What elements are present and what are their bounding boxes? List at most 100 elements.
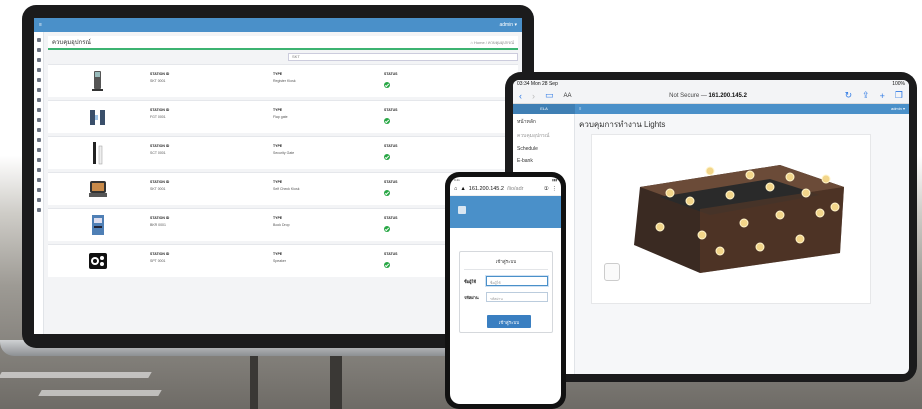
status-header: STATUS: [384, 252, 398, 256]
tablet-main: ควบคุมการทำงาน Lights: [579, 118, 905, 374]
device-type: Book Drop: [273, 223, 290, 227]
breadcrumb[interactable]: ⌂ Home / ควบคุมอุปกรณ์: [470, 39, 514, 46]
tablet-status-bar: 03:34 Mon 28 Sep 100%: [513, 80, 909, 88]
sidebar-icon[interactable]: [36, 198, 41, 202]
device-row[interactable]: STATION ID FGT 0001 TYPE Flap gate STATUS: [48, 100, 518, 133]
sidebar-icon[interactable]: [36, 108, 41, 112]
kiosk-icon: [48, 69, 148, 93]
station-id: SKT 0001: [150, 187, 166, 191]
menu-icon[interactable]: ≡: [39, 22, 42, 28]
background-pillar: [250, 356, 258, 409]
sidebar-icon[interactable]: [36, 188, 41, 192]
device-row[interactable]: STATION ID SKT 0001 TYPE Register Kiosk ST…: [48, 64, 518, 97]
type-cell: TYPE Speaker: [273, 252, 286, 263]
speaker-icon: [48, 252, 148, 270]
search-input[interactable]: SKT: [288, 53, 518, 61]
sidebar-icon[interactable]: [36, 68, 41, 72]
url-host: 161.200.145.2: [468, 186, 504, 192]
sidebar-icon[interactable]: [36, 78, 41, 82]
sidebar-icon[interactable]: [36, 98, 41, 102]
self-check-kiosk-icon: [48, 178, 148, 200]
status-ok-icon: [384, 82, 390, 88]
device-type: Security Gate: [273, 151, 295, 155]
home-icon[interactable]: ⌂: [454, 186, 457, 192]
sidebar-icon[interactable]: [36, 58, 41, 62]
sidebar-icon[interactable]: [36, 138, 41, 142]
sidebar-icon[interactable]: [36, 48, 41, 52]
reload-icon[interactable]: ↻: [845, 90, 853, 101]
station-cell: STATION ID FGT 0001: [150, 108, 169, 119]
sidebar-icon[interactable]: [36, 178, 41, 182]
type-cell: TYPE Flap gate: [273, 108, 288, 119]
sidebar-item-ebank[interactable]: E-bank: [517, 158, 570, 164]
signal-icon: ▮▮▮: [552, 178, 557, 182]
new-tab-icon[interactable]: +: [880, 91, 885, 101]
tab-count-icon[interactable]: ①: [544, 186, 549, 192]
station-cell: STATION ID BKR 0001: [150, 216, 169, 227]
station-cell: STATION ID SKT 0001: [150, 180, 169, 191]
sidebar-icon[interactable]: [36, 38, 41, 42]
menu-icon[interactable]: ≡: [575, 104, 585, 114]
username-field[interactable]: ชื่อผู้ใช้: [486, 276, 548, 286]
device-type: Self Check Kiosk: [273, 187, 300, 191]
login-button[interactable]: เข้าสู่ระบบ: [487, 315, 531, 328]
tabs-icon[interactable]: ❐: [895, 90, 903, 101]
floor-plan-image[interactable]: [630, 157, 846, 275]
share-icon[interactable]: ⇪: [862, 90, 870, 101]
user-menu[interactable]: admin ▾: [499, 22, 517, 28]
status-ok-icon: [384, 190, 390, 196]
status-ok-icon: [384, 262, 390, 268]
status-header: STATUS: [384, 180, 398, 184]
laptop-topbar: ≡ admin ▾: [34, 18, 522, 32]
sidebar-icon[interactable]: [36, 208, 41, 212]
battery-indicator: 100%: [892, 81, 905, 87]
sidebar-icon[interactable]: [36, 168, 41, 172]
type-header: TYPE: [273, 144, 283, 148]
status-cell: STATUS: [384, 72, 397, 78]
background-pillar: [330, 356, 342, 409]
app-brand[interactable]: ELA: [513, 104, 575, 114]
sidebar-icon[interactable]: [36, 148, 41, 152]
sidebar-icon[interactable]: [36, 158, 41, 162]
back-icon[interactable]: ‹: [519, 91, 522, 101]
type-header: TYPE: [273, 180, 283, 184]
station-id: SCT 0001: [150, 151, 166, 155]
type-cell: TYPE Self Check Kiosk: [273, 180, 299, 191]
device-type: Register Kiosk: [273, 79, 296, 83]
status-ok-icon: [384, 118, 390, 124]
device-row[interactable]: STATION ID SCT 0001 TYPE Security Gate STA…: [48, 136, 518, 169]
password-field[interactable]: รหัสผ่าน: [486, 292, 548, 302]
type-cell: TYPE Security Gate: [273, 144, 294, 155]
reader-mode-button[interactable]: AA: [564, 93, 572, 99]
sidebar-icon[interactable]: [36, 88, 41, 92]
floor-light-stripe: [38, 390, 162, 396]
book-drop-icon: [48, 213, 148, 237]
sidebar-item-schedule[interactable]: Schedule: [517, 146, 570, 152]
status-header: STATUS: [384, 108, 398, 112]
login-hero: [450, 196, 561, 228]
sidebar-item-home[interactable]: หน้าหลัก: [517, 118, 570, 126]
address-bar[interactable]: Not Secure — 161.200.145.2: [582, 93, 835, 99]
sidebar-icon[interactable]: [36, 128, 41, 132]
phone-device: 9:41 ▮▮▮ ⌂ ▲ 161.200.145.2/lio/adr ① ⋮ เ…: [445, 172, 566, 409]
type-header: TYPE: [273, 216, 283, 220]
browser-toolbar: ‹ › ▭ AA Not Secure — 161.200.145.2 ↻ ⇪ …: [513, 88, 909, 104]
station-id: FGT 0001: [150, 115, 166, 119]
station-id: SPT 0001: [150, 259, 166, 263]
divider: [464, 269, 548, 270]
book-icon[interactable]: ▭: [545, 90, 554, 101]
warning-icon: ▲: [460, 186, 466, 192]
forward-icon[interactable]: ›: [532, 91, 535, 101]
station-header: STATION ID: [150, 252, 170, 256]
station-cell: STATION ID SKT 0001: [150, 72, 169, 83]
phone-time: 9:41: [454, 178, 460, 182]
tablet-screen: 03:34 Mon 28 Sep 100% ‹ › ▭ AA Not Secur…: [513, 80, 909, 374]
sidebar-item-control[interactable]: ควบคุมอุปกรณ์: [517, 132, 570, 140]
user-menu[interactable]: admin ▾: [887, 104, 909, 114]
status-header: STATUS: [384, 72, 398, 76]
more-icon[interactable]: ⋮: [552, 186, 558, 192]
phone-address-bar[interactable]: ⌂ ▲ 161.200.145.2/lio/adr ① ⋮: [450, 183, 561, 196]
sidebar-icon[interactable]: [36, 118, 41, 122]
status-header: STATUS: [384, 216, 398, 220]
status-header: STATUS: [384, 144, 398, 148]
